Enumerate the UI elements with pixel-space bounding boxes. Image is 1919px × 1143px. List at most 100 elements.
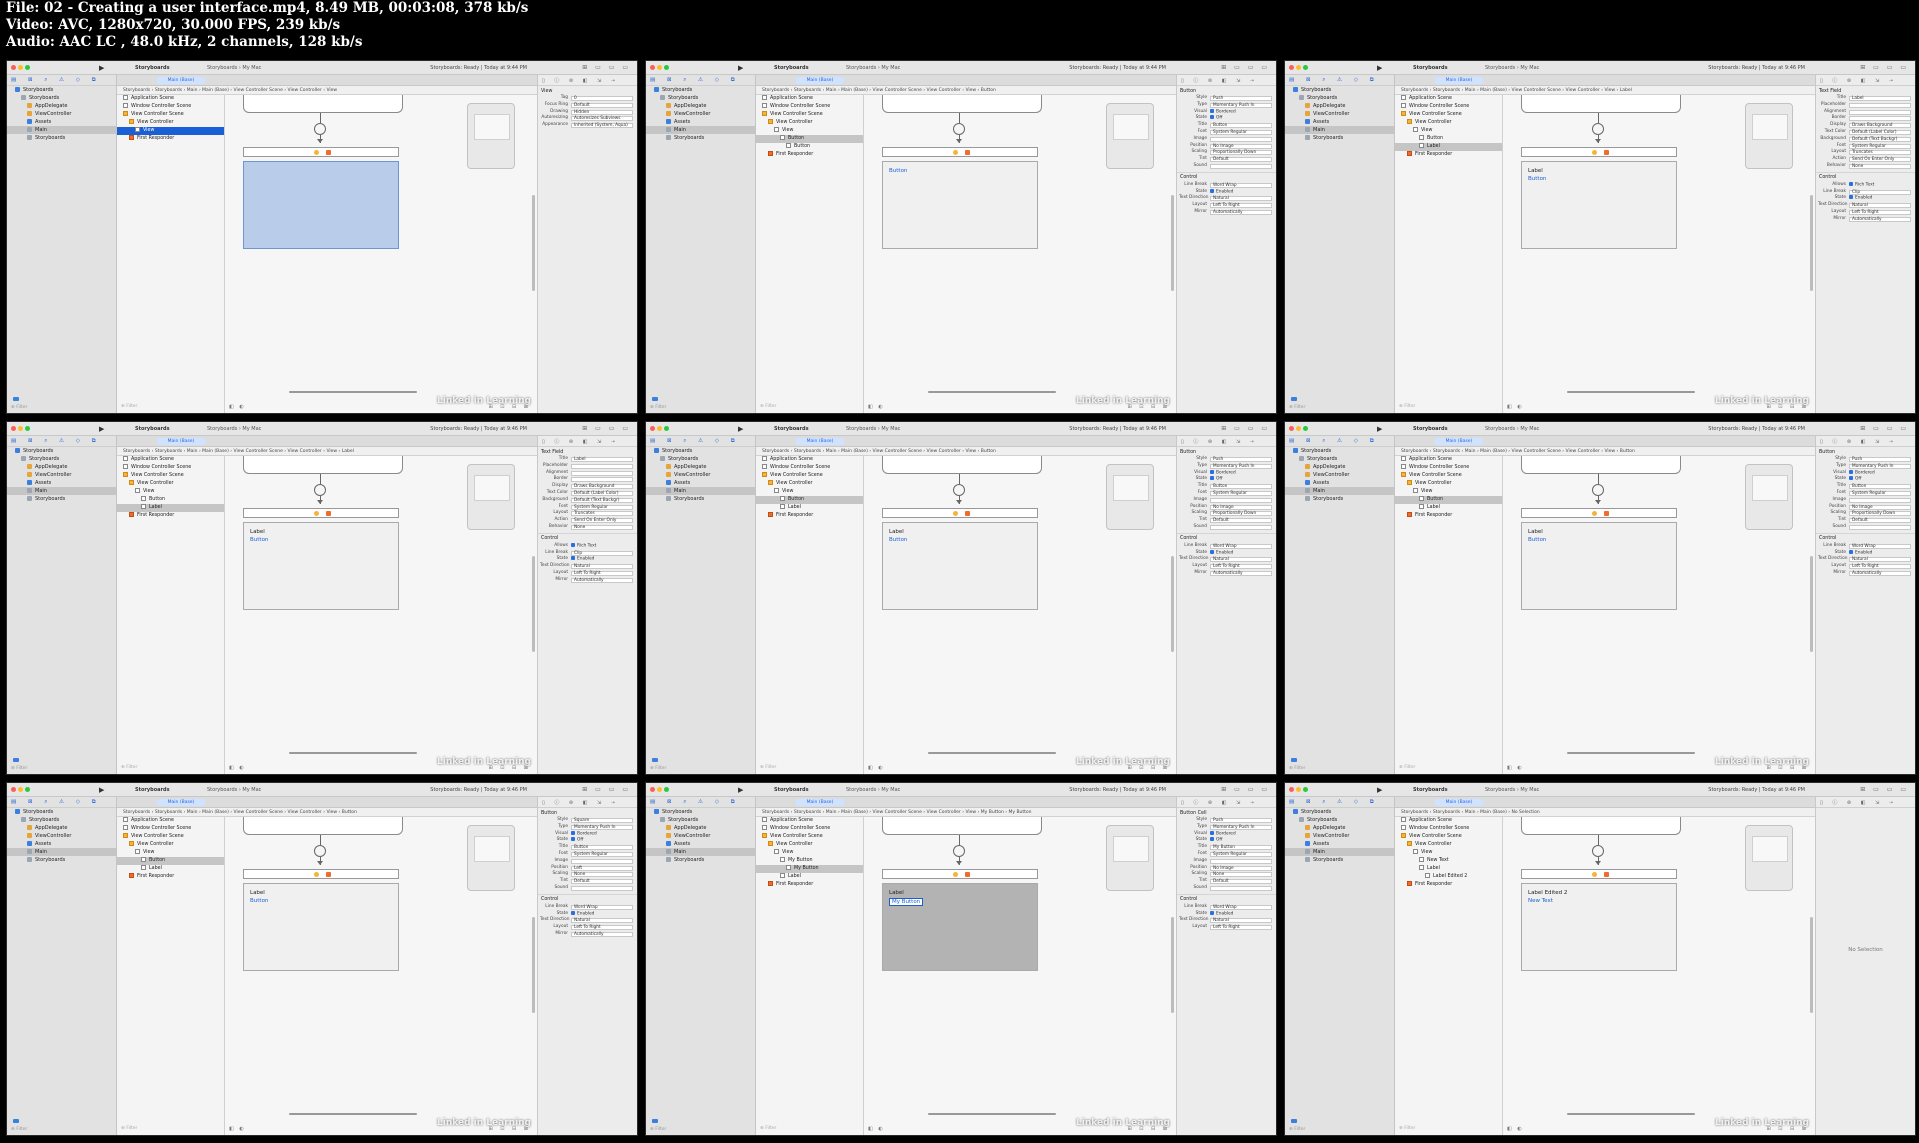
inspector-row-value[interactable]	[1849, 109, 1911, 115]
first-responder-icon[interactable]	[326, 150, 331, 155]
horizontal-scrollbar[interactable]	[1567, 391, 1695, 393]
close-window-button[interactable]	[1289, 426, 1294, 431]
segue-icon[interactable]	[953, 123, 965, 135]
outline-item[interactable]: View Controller Scene	[117, 833, 224, 841]
outline-item[interactable]: View Controller	[756, 841, 863, 849]
inspector-tab-icons[interactable]: ▯ ⓘ ⊜ ◧ ⇲ ⇢	[1816, 797, 1915, 808]
run-icon[interactable]: ▶	[99, 425, 104, 433]
inspector-row-value[interactable]: System Regular	[1849, 490, 1911, 496]
minimize-window-button[interactable]	[657, 426, 662, 431]
inspector-row-value[interactable]: Default (Text Backgr)	[571, 497, 633, 503]
navigator-item[interactable]: Storyboards	[646, 86, 755, 94]
navigator-item[interactable]: Storyboards	[7, 856, 116, 864]
outline-item[interactable]: First Responder	[117, 873, 224, 881]
destination-selector[interactable]: Storyboards › My Mac	[207, 426, 261, 432]
view-controller-icon[interactable]	[953, 150, 958, 155]
destination-selector[interactable]: Storyboards › My Mac	[846, 65, 900, 71]
outline-item[interactable]: Application Scene	[1395, 817, 1502, 825]
outline-item[interactable]: Button	[1395, 496, 1502, 504]
inspector-row-value[interactable]: Left To Right	[571, 925, 633, 931]
inspector-row-value[interactable]: Proportionally Down	[1849, 511, 1911, 517]
inspector-row-value[interactable]: Default	[1210, 879, 1272, 885]
navigator-item[interactable]: Main	[1285, 487, 1394, 495]
add-file-icon[interactable]	[13, 397, 19, 401]
push-button[interactable]: Button	[1528, 537, 1546, 543]
horizontal-scrollbar[interactable]	[928, 391, 1056, 393]
first-responder-icon[interactable]	[326, 511, 331, 516]
outline-item[interactable]: Window Controller Scene	[756, 825, 863, 833]
inspector-row-value[interactable]: Automatically	[1210, 570, 1272, 576]
destination-selector[interactable]: Storyboards › My Mac	[1485, 426, 1539, 432]
inspector-row-value[interactable]: Automatically	[571, 931, 633, 937]
inspector-row-value[interactable]: Natural	[1849, 557, 1911, 563]
canvas-appearance-toggle[interactable]: ◧ ◐	[1507, 1126, 1524, 1132]
outline-item[interactable]: Button	[1395, 135, 1502, 143]
outline-item[interactable]: Label	[756, 504, 863, 512]
close-window-button[interactable]	[650, 787, 655, 792]
navigator-filter-field[interactable]: ⊕ Filter	[650, 766, 666, 771]
navigator-item[interactable]: Main	[7, 848, 116, 856]
inspector-row-value[interactable]: Left	[571, 865, 633, 871]
outline-item[interactable]: Label	[1395, 504, 1502, 512]
outline-filter-field[interactable]: ⊕ Filter	[760, 765, 776, 770]
inspector-row-value[interactable]: Momentary Push In	[1210, 824, 1272, 830]
inspector-row-value[interactable]: Send On Enter Only	[1849, 157, 1911, 163]
push-button[interactable]: Button	[889, 537, 907, 543]
view-controller-view[interactable]: Label My Button	[882, 883, 1038, 971]
segue-icon[interactable]	[1592, 484, 1604, 496]
navigator-item[interactable]: Storyboards	[646, 808, 755, 816]
inspector-row-value[interactable]: Draws Background	[1849, 123, 1911, 129]
navigator-item[interactable]: Storyboards	[7, 455, 116, 463]
navigator-item[interactable]: Assets	[1285, 840, 1394, 848]
inspector-row-value[interactable]: Truncates	[1849, 150, 1911, 156]
inspector-row-value[interactable]: System Regular	[1210, 129, 1272, 135]
navigator-item[interactable]: ViewController	[646, 110, 755, 118]
outline-item[interactable]: Label Edited 2	[1395, 873, 1502, 881]
outline-item[interactable]: First Responder	[1395, 512, 1502, 520]
inspector-row-value[interactable]: Push	[1210, 457, 1272, 462]
inspector-row-value[interactable]: Momentary Push In	[1210, 102, 1272, 108]
first-responder-icon[interactable]	[965, 150, 970, 155]
inspector-row-value[interactable]: Default (Label Color)	[571, 490, 633, 496]
outline-filter-field[interactable]: ⊕ Filter	[760, 1126, 776, 1131]
run-icon[interactable]: ▶	[1377, 425, 1382, 433]
canvas-appearance-toggle[interactable]: ◧ ◐	[229, 404, 246, 410]
segue-icon[interactable]	[1592, 123, 1604, 135]
inspector-row-value[interactable]	[1210, 885, 1272, 891]
inspector-tab-icons[interactable]: ▯ ⓘ ⊜ ◧ ⇲ ⇢	[538, 75, 637, 86]
outline-item[interactable]: View Controller Scene	[756, 472, 863, 480]
inspector-row-value[interactable]: System Regular	[571, 504, 633, 510]
view-controller-icon[interactable]	[314, 872, 319, 877]
window-controller-scene[interactable]	[882, 456, 1042, 474]
label-text-field[interactable]: Label	[250, 890, 265, 896]
outline-item[interactable]: First Responder	[756, 512, 863, 520]
canvas-appearance-toggle[interactable]: ◧ ◐	[229, 765, 246, 771]
inspector-tab-icons[interactable]: ▯ ⓘ ⊜ ◧ ⇲ ⇢	[1177, 436, 1276, 447]
add-file-icon[interactable]	[1291, 758, 1297, 762]
inspector-row-value[interactable]: Left To Right	[1849, 564, 1911, 570]
push-button[interactable]: Button	[250, 898, 268, 904]
navigator-item[interactable]: AppDelegate	[7, 824, 116, 832]
outline-item[interactable]: First Responder	[756, 151, 863, 159]
navigator-item[interactable]: Assets	[1285, 118, 1394, 126]
navigator-item[interactable]: Storyboards	[1285, 495, 1394, 503]
close-window-button[interactable]	[650, 65, 655, 70]
window-controller-scene[interactable]	[1521, 817, 1681, 835]
scheme-selector[interactable]: Storyboards	[774, 65, 809, 71]
run-icon[interactable]: ▶	[99, 64, 104, 72]
vertical-scrollbar[interactable]	[532, 917, 535, 1013]
horizontal-scrollbar[interactable]	[289, 1113, 417, 1115]
inspector-row-value[interactable]: Default	[571, 879, 633, 885]
inspector-row-value[interactable]: 0	[571, 96, 633, 101]
outline-item[interactable]: View Controller	[1395, 119, 1502, 127]
inspector-row-value[interactable]: Word Wrap	[571, 904, 633, 910]
minimize-window-button[interactable]	[1296, 65, 1301, 70]
navigator-item[interactable]: Storyboards	[1285, 94, 1394, 102]
toolbar-icons[interactable]: ⊞ ▭ ▭ ▭	[1860, 786, 1909, 793]
inspector-row-value[interactable]	[571, 470, 633, 476]
inspector-row-value[interactable]: System Regular	[1849, 143, 1911, 149]
run-icon[interactable]: ▶	[738, 425, 743, 433]
inspector-tab-icons[interactable]: ▯ ⓘ ⊜ ◧ ⇲ ⇢	[1177, 797, 1276, 808]
inspector-row-value[interactable]	[571, 477, 633, 483]
navigator-item[interactable]: Assets	[646, 840, 755, 848]
